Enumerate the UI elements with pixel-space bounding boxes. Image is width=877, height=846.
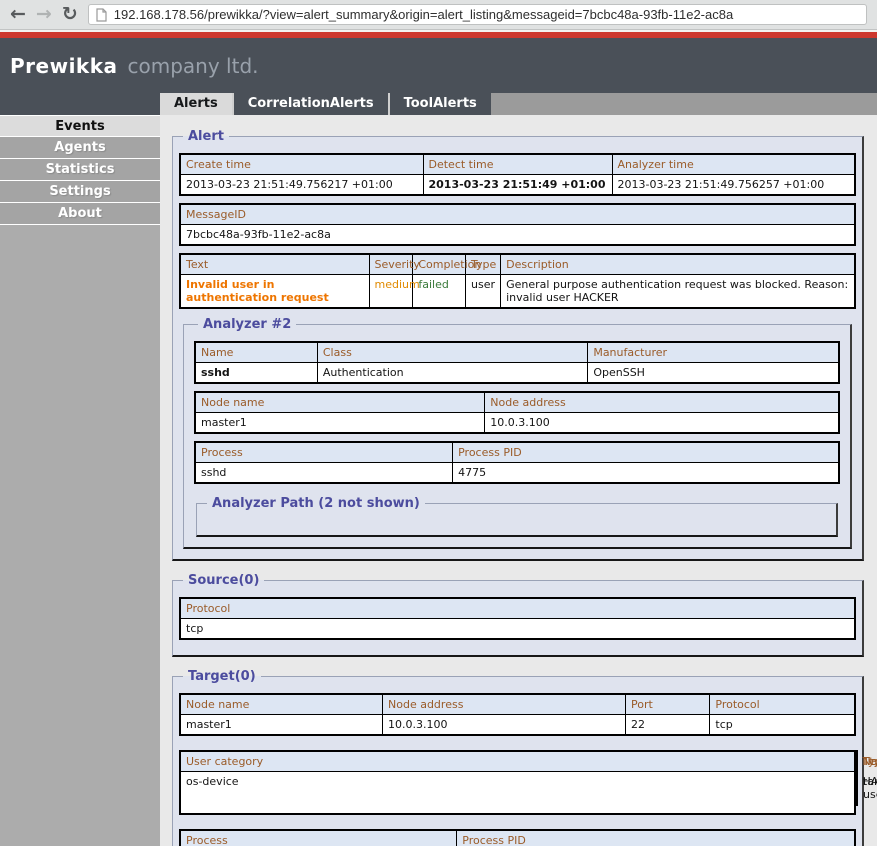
analyzer-path-legend: Analyzer Path (2 not shown)	[207, 496, 425, 511]
text-header: Text	[180, 254, 369, 275]
target-port-value: 22	[626, 715, 710, 736]
forward-icon[interactable]: →	[36, 5, 52, 24]
analyzer-time-value: 2013-03-23 21:51:49.756257 +01:00	[612, 175, 855, 196]
detect-time-value: 2013-03-23 21:51:49 +01:00	[423, 175, 612, 196]
target-process-table: Process Process PID sshd 4775	[179, 829, 856, 846]
brand-logo: Prewikka	[10, 54, 118, 78]
analyzer-manufacturer-value: OpenSSH	[588, 363, 839, 384]
analyzer-process-pid-header: Process PID	[453, 442, 839, 463]
analyzer-node-name-header: Node name	[195, 392, 485, 413]
target-legend: Target(0)	[183, 669, 261, 684]
analyzer-info-table: Name Class Manufacturer sshd Authenticat…	[194, 341, 840, 384]
analyzer-process-value: sshd	[195, 463, 453, 484]
detect-time-header: Detect time	[423, 154, 612, 175]
description-header: Description	[501, 254, 855, 275]
classification-table: Text Severity Completion Type Descriptio…	[179, 253, 856, 309]
target-port-header: Port	[626, 694, 710, 715]
target-node-table: Node name Node address Port Protocol mas…	[179, 693, 856, 736]
classification-severity: medium	[369, 275, 413, 309]
alert-section: Alert Create time Detect time Analyzer t…	[172, 129, 864, 561]
classification-type: user	[466, 275, 501, 309]
sidebar: Events Agents Statistics Settings About	[0, 115, 160, 846]
target-node-address-value: 10.0.3.100	[383, 715, 626, 736]
reload-icon[interactable]: ↻	[62, 5, 78, 24]
target-section: Target(0) Node name Node address Port Pr…	[172, 669, 864, 846]
user-category-value: os-device	[180, 772, 855, 814]
sidebar-item-about[interactable]: About	[0, 203, 160, 225]
analyzer-name-value: sshd	[195, 363, 317, 384]
analyzer-class-header: Class	[317, 342, 587, 363]
page-icon	[96, 8, 107, 22]
analyzer-node-name-value: master1	[195, 413, 485, 434]
messageid-value: 7bcbc48a-93fb-11e2-ac8a	[180, 225, 855, 246]
tab-bar-spacer	[0, 93, 160, 115]
analyzer-path-body	[203, 513, 830, 533]
target-node-address-header: Node address	[383, 694, 626, 715]
content-area: Alert Create time Detect time Analyzer t…	[160, 115, 877, 846]
create-time-value: 2013-03-23 21:51:49.756217 +01:00	[180, 175, 423, 196]
alert-legend: Alert	[183, 129, 229, 144]
analyzer-process-pid-value: 4775	[453, 463, 839, 484]
type-header: Type	[466, 254, 501, 275]
source-legend: Source(0)	[183, 573, 264, 588]
severity-header: Severity	[369, 254, 413, 275]
red-accent-bar	[0, 30, 877, 38]
target-protocol-value: tcp	[710, 715, 855, 736]
classification-text: Invalid user in authentication request	[180, 275, 369, 309]
analyzer-class-value: Authentication	[317, 363, 587, 384]
messageid-header: MessageID	[180, 204, 855, 225]
tab-alerts[interactable]: Alerts	[160, 93, 232, 115]
analyzer-legend: Analyzer #2	[198, 317, 296, 332]
analyzer-node-table: Node name Node address master1 10.0.3.10…	[194, 391, 840, 434]
analyzer-path-section: Analyzer Path (2 not shown)	[196, 496, 838, 537]
tab-bar: Alerts CorrelationAlerts ToolAlerts	[0, 93, 877, 115]
analyzer-name-header: Name	[195, 342, 317, 363]
back-icon[interactable]: ←	[10, 5, 26, 24]
classification-description: General purpose authentication request w…	[501, 275, 855, 309]
target-process-header: Process	[180, 830, 457, 846]
classification-completion: failed	[413, 275, 466, 309]
source-protocol-header: Protocol	[180, 598, 855, 619]
analyzer-section: Analyzer #2 Name Class Manufacturer sshd…	[183, 317, 852, 549]
create-time-header: Create time	[180, 154, 423, 175]
analyzer-time-header: Analyzer time	[612, 154, 855, 175]
analyzer-process-header: Process	[195, 442, 453, 463]
sidebar-item-agents[interactable]: Agents	[0, 137, 160, 159]
target-node-name-header: Node name	[180, 694, 383, 715]
target-process-pid-header: Process PID	[457, 830, 855, 846]
target-node-name-value: master1	[180, 715, 383, 736]
address-bar[interactable]: 192.168.178.56/prewikka/?view=alert_summ…	[88, 4, 867, 25]
tab-toolalerts[interactable]: ToolAlerts	[388, 93, 491, 115]
brand-suffix: company ltd.	[128, 54, 259, 78]
analyzer-manufacturer-header: Manufacturer	[588, 342, 839, 363]
completion-header: Completion	[413, 254, 466, 275]
source-protocol-value: tcp	[180, 619, 855, 640]
tab-bar-filler	[491, 93, 877, 115]
source-protocol-table: Protocol tcp	[179, 597, 856, 640]
tab-correlationalerts[interactable]: CorrelationAlerts	[232, 93, 388, 115]
browser-toolbar: ← → ↻ 192.168.178.56/prewikka/?view=aler…	[0, 0, 877, 30]
source-section: Source(0) Protocol tcp	[172, 573, 864, 657]
app-header: Prewikka company ltd.	[0, 38, 877, 93]
analyzer-process-table: Process Process PID sshd 4775	[194, 441, 840, 484]
sidebar-item-settings[interactable]: Settings	[0, 181, 160, 203]
main-area: Events Agents Statistics Settings About …	[0, 115, 877, 846]
target-protocol-header: Protocol	[710, 694, 855, 715]
user-id-table: Type Name Number Tty target-user HACKER	[856, 750, 858, 806]
messageid-table: MessageID 7bcbc48a-93fb-11e2-ac8a	[179, 203, 856, 246]
user-category-table: User category os-device	[179, 750, 856, 815]
target-user-block: User category os-device Type Name Number…	[179, 743, 856, 822]
sidebar-item-statistics[interactable]: Statistics	[0, 159, 160, 181]
url-text: 192.168.178.56/prewikka/?view=alert_summ…	[114, 7, 733, 22]
user-category-header: User category	[180, 751, 855, 772]
analyzer-node-address-header: Node address	[485, 392, 839, 413]
sidebar-item-events[interactable]: Events	[0, 115, 160, 137]
analyzer-node-address-value: 10.0.3.100	[485, 413, 839, 434]
alert-times-table: Create time Detect time Analyzer time 20…	[179, 153, 856, 196]
